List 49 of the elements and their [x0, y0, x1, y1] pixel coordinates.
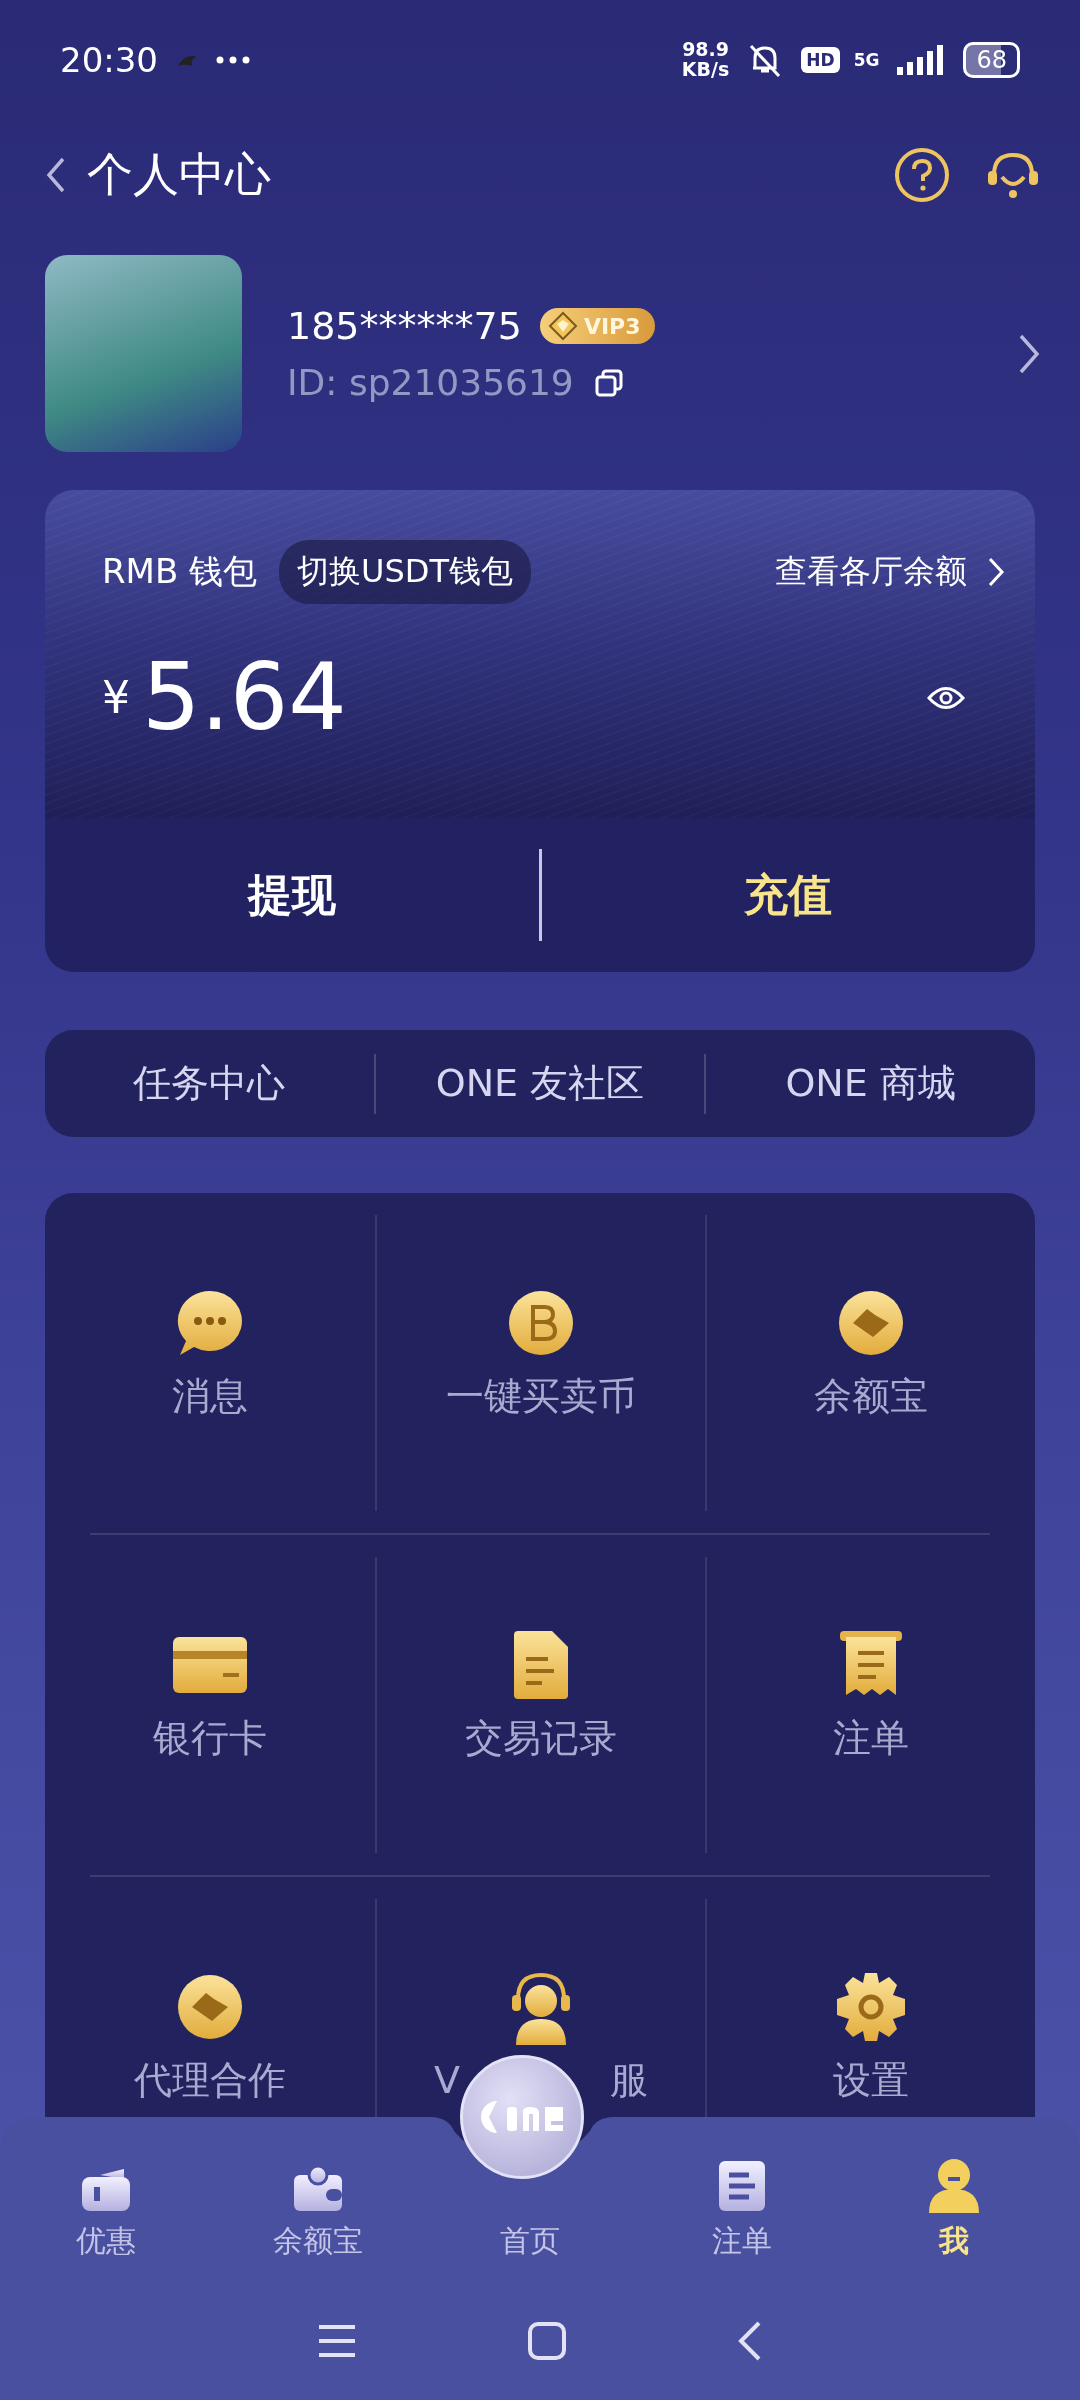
user-id: ID: sp21035619	[287, 362, 574, 403]
currency-symbol: ¥	[102, 672, 130, 723]
back-icon[interactable]	[45, 155, 67, 195]
menu-item[interactable]: 消息	[172, 1285, 248, 1419]
clock-time: 20:30	[60, 40, 158, 80]
copy-icon[interactable]	[593, 367, 624, 398]
balance-amount: 5.64	[142, 644, 347, 751]
tab[interactable]: 余额宝	[212, 2155, 424, 2262]
list-icon	[717, 2159, 767, 2213]
view-balances-link[interactable]: 查看各厅余额	[775, 550, 1005, 594]
shortcut-link[interactable]: ONE 商城	[706, 1048, 1035, 1119]
tab[interactable]: 优惠	[0, 2155, 212, 2262]
page-title: 个人中心	[87, 146, 271, 203]
menu-item[interactable]: 银行卡	[153, 1627, 267, 1761]
menu-item[interactable]: 余额宝	[814, 1285, 928, 1419]
menu-item[interactable]: V 服	[434, 1969, 648, 2103]
menu-item[interactable]: 设置	[833, 1969, 909, 2103]
hd-badge: HD	[801, 47, 840, 73]
menu-item[interactable]: 交易记录	[465, 1627, 617, 1761]
vip-badge: VIP3	[539, 308, 655, 344]
withdraw-button[interactable]: 提现	[45, 845, 539, 945]
coin-icon	[507, 1289, 575, 1357]
settings-icon	[835, 1971, 907, 2043]
tab[interactable]: 首页	[424, 2221, 636, 2262]
wallet-icon	[80, 2167, 132, 2213]
avatar-photo[interactable]	[45, 255, 242, 452]
tab[interactable]: 我	[848, 2155, 1060, 2262]
bank-card-icon	[171, 1635, 249, 1695]
wallet-title: RMB 钱包	[102, 550, 258, 593]
menu-item[interactable]: 代理合作	[134, 1969, 286, 2103]
phone-number: 185******75	[287, 304, 522, 348]
battery-indicator: 68	[963, 42, 1020, 78]
switch-wallet-button[interactable]: 切换USDT钱包	[279, 540, 531, 604]
menu-item[interactable]: 一键买卖币	[446, 1285, 636, 1419]
deposit-button[interactable]: 充值	[541, 845, 1035, 945]
person-icon	[927, 2157, 981, 2213]
back-icon[interactable]	[737, 2320, 763, 2362]
help-icon[interactable]	[894, 147, 950, 203]
chevron-right-icon	[987, 556, 1005, 588]
menu-item[interactable]: 注单	[833, 1627, 909, 1761]
more-icon	[216, 56, 250, 64]
network-speed: 98.9 KB/s	[681, 40, 730, 80]
menu-icon[interactable]	[317, 2323, 357, 2359]
tab[interactable]: 注单	[636, 2155, 848, 2262]
network-type: 5G	[853, 50, 880, 70]
eye-icon[interactable]	[927, 684, 965, 711]
home-icon[interactable]	[527, 2321, 567, 2361]
shortcut-link[interactable]: ONE 友社区	[375, 1048, 705, 1119]
shortcut-link[interactable]: 任务中心	[45, 1048, 374, 1119]
